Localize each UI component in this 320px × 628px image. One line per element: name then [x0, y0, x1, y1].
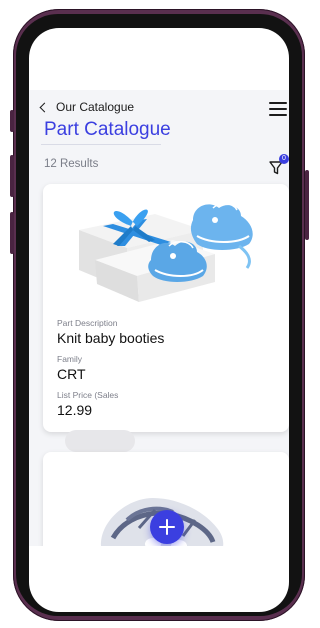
results-count: 12 Results: [44, 158, 99, 170]
results-bar: 12 Results 0: [29, 154, 289, 180]
card-shadow: [65, 430, 135, 452]
family-value: CRT: [57, 366, 86, 382]
title-divider: [41, 144, 161, 145]
baby-booties-gift-image: [79, 203, 253, 302]
mute-switch: [10, 110, 14, 132]
hamburger-icon[interactable]: [269, 102, 287, 116]
filter-button[interactable]: 0: [267, 154, 289, 176]
back-label: Our Catalogue: [56, 100, 135, 114]
chevron-left-icon: [39, 102, 50, 112]
volume-up-button: [10, 155, 14, 197]
family-label: Family: [57, 354, 83, 364]
list-price-value: 12.99: [57, 402, 93, 418]
header: Our Catalogue Part Catalogue: [29, 90, 289, 156]
product-card[interactable]: Part Description Knit baby booties Famil…: [43, 184, 289, 432]
page-title: Part Catalogue: [44, 119, 171, 140]
part-description-value: Knit baby booties: [57, 330, 165, 346]
back-link[interactable]: Our Catalogue: [39, 100, 135, 114]
part-description-label: Part Description: [57, 318, 118, 328]
filter-count-badge: 0: [279, 154, 289, 164]
catalogue-app: Our Catalogue Part Catalogue 12 Results …: [29, 90, 289, 546]
add-part-button[interactable]: [150, 510, 184, 544]
list-price-label: List Price (Sales: [57, 390, 119, 400]
volume-down-button: [10, 212, 14, 254]
phone-screen: Our Catalogue Part Catalogue 12 Results …: [29, 28, 289, 612]
power-button: [305, 170, 309, 240]
